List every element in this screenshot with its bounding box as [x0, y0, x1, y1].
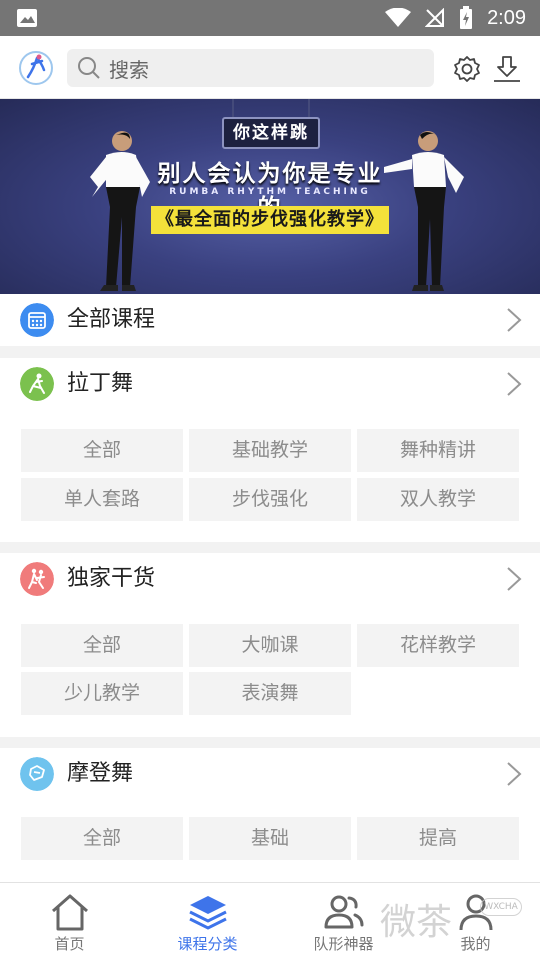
status-bar: 2:09 — [0, 0, 540, 36]
nav-course-categories[interactable]: 课程分类 — [140, 883, 275, 960]
gallery-notification-icon — [17, 9, 37, 27]
nav-formation-tool[interactable]: 队形神器 — [276, 883, 411, 960]
banner-rope — [308, 99, 310, 119]
tag-chip[interactable]: 少儿教学 — [21, 672, 183, 715]
settings-icon[interactable] — [452, 54, 482, 84]
all-courses-row[interactable]: 全部课程 — [0, 294, 540, 346]
nav-label: 队形神器 — [313, 935, 374, 953]
section-title: 全部课程 — [67, 307, 156, 332]
tag-chip[interactable]: 花样教学 — [357, 624, 519, 667]
banner-sign: 你这样跳 — [222, 117, 320, 149]
nav-label: 我的 — [460, 935, 491, 953]
wifi-icon — [385, 8, 412, 27]
nav-home[interactable]: 首页 — [2, 883, 137, 960]
calendar-icon — [20, 303, 54, 337]
nav-label: 首页 — [54, 935, 85, 953]
dancer-illustration — [90, 131, 150, 291]
tag-chip[interactable]: 步伐强化 — [189, 478, 351, 521]
layers-icon — [189, 896, 227, 930]
tag-chip[interactable]: 全部 — [21, 817, 183, 860]
section-title: 摩登舞 — [67, 761, 134, 786]
tag-chip[interactable]: 全部 — [21, 624, 183, 667]
search-icon — [78, 57, 100, 79]
tag-chip[interactable]: 提高 — [357, 817, 519, 860]
tag-chip[interactable]: 单人套路 — [21, 478, 183, 521]
latin-dance-section: 拉丁舞 全部 基础教学 舞种精讲 单人套路 步伐强化 双人教学 — [0, 358, 540, 542]
section-title: 独家干货 — [67, 566, 156, 591]
app-logo-icon[interactable] — [18, 50, 54, 86]
dancer-illustration — [384, 131, 464, 291]
tag-chip[interactable]: 基础教学 — [189, 429, 351, 472]
ballroom-icon — [20, 757, 54, 791]
clock: 2:09 — [487, 6, 526, 29]
battery-charging-icon — [460, 6, 473, 29]
nav-label: 课程分类 — [177, 935, 238, 953]
chevron-right-icon — [507, 372, 522, 396]
formation-icon — [324, 895, 364, 929]
nav-profile[interactable]: 我的 — [408, 883, 540, 960]
latin-dancer-icon — [20, 367, 54, 401]
tag-chip[interactable]: 双人教学 — [357, 478, 519, 521]
search-placeholder: 搜索 — [109, 57, 149, 82]
banner-highlight: 《最全面的步伐强化教学》 — [151, 206, 389, 234]
home-icon — [52, 894, 88, 931]
promo-banner[interactable]: 你这样跳 别人会认为你是专业的 RUMBA RHYTHM TEACHING 《最… — [0, 99, 540, 294]
tag-chip[interactable]: 大咖课 — [189, 624, 351, 667]
latin-dance-header[interactable]: 拉丁舞 — [0, 358, 540, 410]
banner-subtitle: RUMBA RHYTHM TEACHING — [169, 187, 371, 197]
bottom-nav: 首页 课程分类 队形神器 我的 — [0, 882, 540, 960]
exclusive-section: 独家干货 全部 大咖课 花样教学 少儿教学 表演舞 — [0, 553, 540, 737]
top-header: 搜索 — [0, 36, 540, 99]
dancing-couple-icon — [20, 562, 54, 596]
tag-chip[interactable]: 基础 — [189, 817, 351, 860]
modern-dance-header[interactable]: 摩登舞 — [0, 748, 540, 800]
chevron-right-icon — [507, 567, 522, 591]
search-input[interactable]: 搜索 — [67, 49, 434, 87]
chevron-right-icon — [507, 762, 522, 786]
banner-rope — [232, 99, 234, 119]
watermark-badge: WXCHA — [480, 898, 522, 916]
exclusive-header[interactable]: 独家干货 — [0, 553, 540, 605]
no-signal-icon — [425, 8, 445, 27]
download-icon[interactable] — [492, 54, 522, 84]
tag-chip[interactable]: 舞种精讲 — [357, 429, 519, 472]
modern-dance-section: 摩登舞 全部 基础 提高 — [0, 748, 540, 882]
section-title: 拉丁舞 — [67, 371, 134, 396]
tag-chip[interactable]: 表演舞 — [189, 672, 351, 715]
tag-chip[interactable]: 全部 — [21, 429, 183, 472]
chevron-right-icon — [507, 308, 522, 332]
